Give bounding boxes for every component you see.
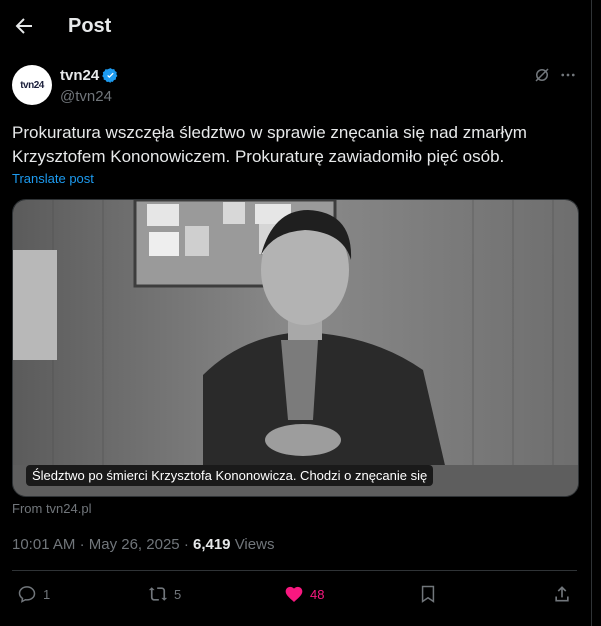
grok-icon[interactable] <box>533 66 551 84</box>
link-card-image[interactable]: Śledztwo po śmierci Krzysztofa Kononowic… <box>12 199 579 497</box>
more-icon[interactable] <box>559 66 577 84</box>
views-count: 6,419 <box>192 536 231 553</box>
avatar-logo-text: tvn24 <box>20 79 44 91</box>
meta-dot: · <box>183 536 193 553</box>
heart-icon <box>285 586 303 602</box>
link-source[interactable]: From tvn24.pl <box>12 501 91 516</box>
post-column: Post tvn24 tvn24 @tvn24 Prokuratura wszc… <box>0 0 592 626</box>
verified-badge-icon[interactable] <box>102 67 119 84</box>
views-label: Views <box>234 536 275 553</box>
photo <box>13 200 578 496</box>
reply-button[interactable]: 1 <box>17 584 50 604</box>
bookmark-button[interactable] <box>418 584 438 604</box>
translate-post-link[interactable]: Translate post <box>12 171 94 186</box>
meta-dot: · <box>79 536 89 553</box>
author-name[interactable]: tvn24 <box>60 67 119 84</box>
post-meta: 10:01 AM · May 26, 2025 · 6,419 Views <box>12 536 274 553</box>
avatar[interactable]: tvn24 <box>12 65 52 105</box>
back-arrow-icon[interactable] <box>12 14 36 38</box>
repost-button[interactable]: 5 <box>148 584 181 604</box>
repost-count: 5 <box>174 586 182 602</box>
author-name-text: tvn24 <box>60 67 100 84</box>
media-caption: Śledztwo po śmierci Krzysztofa Kononowic… <box>26 465 434 486</box>
share-button[interactable] <box>552 584 572 604</box>
reply-count: 1 <box>43 586 51 602</box>
post-text: Prokuratura wszczęła śledztwo w sprawie … <box>12 123 527 166</box>
action-bar: 1 5 48 <box>0 571 591 619</box>
header: Post <box>0 0 591 53</box>
repost-icon <box>148 587 168 601</box>
post-time[interactable]: 10:01 AM <box>12 536 75 553</box>
share-icon <box>555 586 569 602</box>
bookmark-icon <box>421 585 435 603</box>
reply-icon <box>18 586 36 603</box>
page-title: Post <box>68 15 112 37</box>
post-date[interactable]: May 26, 2025 <box>89 536 180 553</box>
like-count: 48 <box>310 586 325 602</box>
author-handle[interactable]: @tvn24 <box>60 88 112 105</box>
like-button[interactable]: 48 <box>284 584 324 604</box>
